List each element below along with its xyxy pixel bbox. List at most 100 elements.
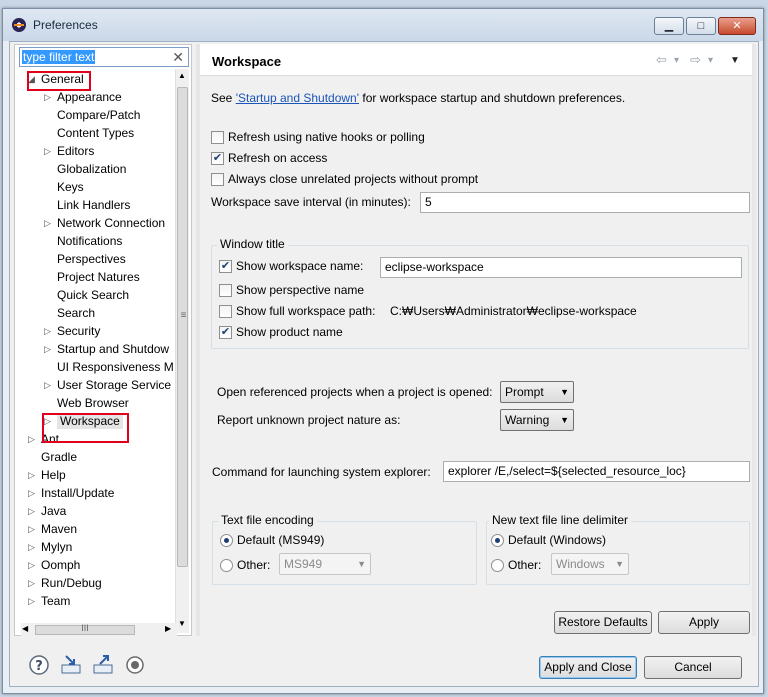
- tree-item-user-storage-service[interactable]: User Storage Service: [57, 377, 171, 393]
- scroll-up-icon[interactable]: ▲: [178, 71, 186, 80]
- tree-item-gradle[interactable]: Gradle: [41, 449, 77, 465]
- tree-item-notifications[interactable]: Notifications: [57, 233, 122, 249]
- expand-arrow-icon[interactable]: ▷: [28, 521, 35, 537]
- view-menu-icon[interactable]: ▼: [730, 55, 740, 66]
- save-interval-label: Workspace save interval (in minutes):: [211, 195, 411, 209]
- expand-arrow-icon[interactable]: ▷: [44, 143, 51, 159]
- tree-item-oomph[interactable]: Oomph: [41, 557, 80, 573]
- tree-item-compare-patch[interactable]: Compare/Patch: [57, 107, 140, 123]
- save-interval-input[interactable]: 5: [420, 192, 750, 213]
- tree-item-project-natures[interactable]: Project Natures: [57, 269, 140, 285]
- encoding-other-select[interactable]: MS949 ▼: [279, 553, 371, 575]
- tree-item-run-debug[interactable]: Run/Debug: [41, 575, 102, 591]
- report-nature-select[interactable]: Warning ▼: [500, 409, 574, 431]
- workspace-name-input[interactable]: eclipse-workspace: [380, 257, 742, 278]
- apply-button[interactable]: Apply: [658, 611, 750, 634]
- expand-arrow-icon[interactable]: ▷: [28, 467, 35, 483]
- tree-item-help[interactable]: Help: [41, 467, 66, 483]
- show-full-path-checkbox[interactable]: [219, 305, 232, 318]
- show-product-checkbox[interactable]: ✔: [219, 326, 232, 339]
- tree-item-security[interactable]: Security: [57, 323, 100, 339]
- delimiter-other-radio[interactable]: [491, 559, 504, 572]
- tree-item-editors[interactable]: Editors: [57, 143, 94, 159]
- forward-history-dropdown-icon[interactable]: ▾: [708, 55, 713, 66]
- svg-text:?: ?: [35, 659, 43, 674]
- expand-arrow-icon[interactable]: ▷: [44, 89, 51, 105]
- open-referenced-label: Open referenced projects when a project …: [217, 385, 493, 399]
- window-title: Preferences: [33, 18, 98, 32]
- tree-item-search[interactable]: Search: [57, 305, 95, 321]
- encoding-other-radio[interactable]: [220, 559, 233, 572]
- tree-item-ui-responsiveness-m[interactable]: UI Responsiveness M: [57, 359, 174, 375]
- scroll-right-icon[interactable]: ▶: [165, 624, 171, 633]
- scroll-down-icon[interactable]: ▼: [178, 619, 186, 628]
- tree-item-perspectives[interactable]: Perspectives: [57, 251, 126, 267]
- scroll-left-icon[interactable]: ◀: [22, 624, 28, 633]
- expand-arrow-icon[interactable]: ▷: [28, 539, 35, 555]
- tree-item-network-connection[interactable]: Network Connection: [57, 215, 165, 231]
- explorer-command-label: Command for launching system explorer:: [212, 465, 431, 479]
- tree-item-link-handlers[interactable]: Link Handlers: [57, 197, 130, 213]
- page-scrollbar[interactable]: [752, 44, 756, 636]
- expand-arrow-icon[interactable]: ▷: [44, 323, 51, 339]
- tree-item-install-update[interactable]: Install/Update: [41, 485, 114, 501]
- tree-item-globalization[interactable]: Globalization: [57, 161, 126, 177]
- tree-item-java[interactable]: Java: [41, 503, 66, 519]
- tree-item-mylyn[interactable]: Mylyn: [41, 539, 72, 555]
- show-perspective-checkbox[interactable]: [219, 284, 232, 297]
- general-highlight-box: [27, 71, 91, 91]
- apply-and-close-button[interactable]: Apply and Close: [539, 656, 637, 679]
- always-close-checkbox[interactable]: [211, 173, 224, 186]
- dialog-client-area: type filter text ✕ ◢ General ▷ Appearance Co…: [9, 41, 759, 687]
- filter-input[interactable]: type filter text ✕: [19, 47, 189, 67]
- window-title-group-title: Window title: [217, 237, 288, 251]
- tree-horizontal-thumb[interactable]: III: [35, 623, 135, 635]
- tree-item-content-types[interactable]: Content Types: [57, 125, 134, 141]
- tree-item-team[interactable]: Team: [41, 593, 70, 609]
- import-icon[interactable]: [60, 654, 82, 676]
- cancel-button[interactable]: Cancel: [644, 656, 742, 679]
- expand-arrow-icon[interactable]: ▷: [28, 557, 35, 573]
- close-button[interactable]: ✕: [718, 17, 756, 35]
- export-icon[interactable]: [92, 654, 114, 676]
- tree-item-maven[interactable]: Maven: [41, 521, 77, 537]
- full-path-value: C:₩Users₩Administrator₩eclipse-workspace: [390, 304, 637, 318]
- expand-arrow-icon[interactable]: ▷: [28, 593, 35, 609]
- record-icon[interactable]: [124, 654, 146, 676]
- expand-arrow-icon[interactable]: ▷: [28, 503, 35, 519]
- help-icon[interactable]: ?: [28, 654, 50, 676]
- delimiter-default-radio[interactable]: [491, 534, 504, 547]
- clear-filter-icon[interactable]: ✕: [172, 49, 184, 66]
- tree-item-appearance[interactable]: Appearance: [57, 89, 122, 105]
- delimiter-other-value: Windows: [556, 557, 605, 571]
- forward-arrow-icon[interactable]: ⇨: [690, 52, 701, 68]
- workspace-page: Workspace ⇦ ▾ ⇨ ▾ ▼ See 'Startup and Shu…: [200, 44, 756, 636]
- show-workspace-name-checkbox[interactable]: ✔: [219, 260, 232, 273]
- open-referenced-select[interactable]: Prompt ▼: [500, 381, 574, 403]
- tree-vertical-thumb[interactable]: ≡: [177, 87, 188, 567]
- restore-defaults-button[interactable]: Restore Defaults: [554, 611, 652, 634]
- expand-arrow-icon[interactable]: ▷: [28, 431, 35, 447]
- delimiter-other-select[interactable]: Windows ▼: [551, 553, 629, 575]
- explorer-command-input[interactable]: explorer /E,/select=${selected_resource_…: [443, 461, 750, 482]
- tree-item-web-browser[interactable]: Web Browser: [57, 395, 129, 411]
- startup-shutdown-link[interactable]: 'Startup and Shutdown': [236, 91, 359, 105]
- tree-vertical-scrollbar[interactable]: ▲ ≡ ▼: [175, 69, 189, 633]
- expand-arrow-icon[interactable]: ▷: [28, 575, 35, 591]
- tree-item-keys[interactable]: Keys: [57, 179, 84, 195]
- tree-item-quick-search[interactable]: Quick Search: [57, 287, 129, 303]
- expand-arrow-icon[interactable]: ▷: [28, 485, 35, 501]
- minimize-button[interactable]: ▁: [654, 17, 684, 35]
- expand-arrow-icon[interactable]: ▷: [44, 341, 51, 357]
- encoding-default-radio[interactable]: [220, 534, 233, 547]
- expand-arrow-icon[interactable]: ▷: [44, 377, 51, 393]
- refresh-native-checkbox[interactable]: [211, 131, 224, 144]
- title-bar[interactable]: Preferences ▁ □ ✕: [3, 9, 763, 41]
- expand-arrow-icon[interactable]: ▷: [44, 215, 51, 231]
- refresh-access-checkbox[interactable]: ✔: [211, 152, 224, 165]
- tree-item-startup-and-shutdow[interactable]: Startup and Shutdow: [57, 341, 169, 357]
- maximize-button[interactable]: □: [686, 17, 716, 35]
- back-history-dropdown-icon[interactable]: ▾: [674, 55, 679, 66]
- tree-horizontal-scrollbar[interactable]: ◀ III ▶: [21, 623, 177, 637]
- back-arrow-icon[interactable]: ⇦: [656, 52, 667, 68]
